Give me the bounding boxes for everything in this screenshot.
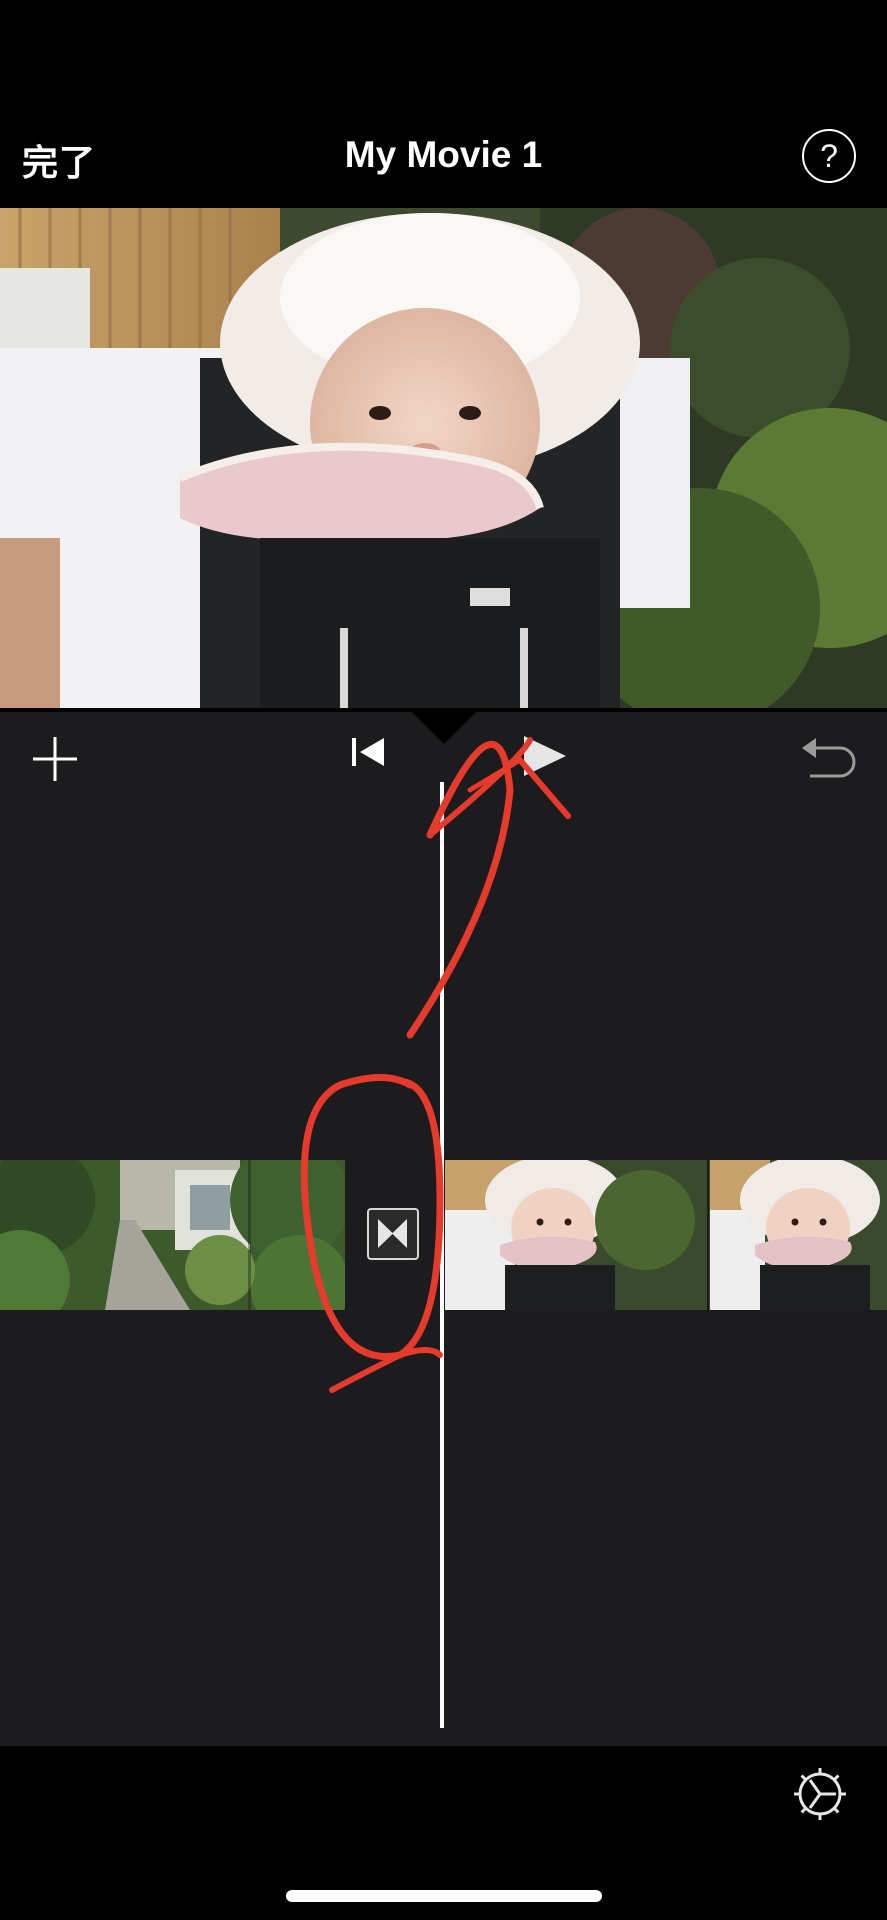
skip-to-start-icon[interactable] — [350, 736, 386, 768]
clip-garden-path[interactable] — [0, 1160, 345, 1310]
video-preview[interactable] — [0, 208, 887, 708]
plus-icon[interactable] — [30, 734, 80, 784]
undo-icon[interactable] — [800, 732, 858, 782]
gear-icon[interactable] — [792, 1766, 848, 1822]
top-bar — [0, 0, 887, 208]
play-icon[interactable] — [520, 734, 568, 778]
playhead[interactable] — [440, 782, 444, 1728]
help-button[interactable]: ? — [802, 129, 856, 183]
preview-frame-baby — [0, 208, 887, 708]
project-title: My Movie 1 — [344, 134, 543, 175]
clip-thumbnail — [445, 1160, 887, 1310]
home-indicator[interactable] — [286, 1890, 602, 1902]
playhead-notch — [412, 712, 476, 744]
transition-icon — [378, 1219, 407, 1248]
clip-thumbnail — [0, 1160, 345, 1310]
transition-button[interactable] — [367, 1208, 419, 1260]
clip-baby[interactable] — [445, 1160, 887, 1310]
